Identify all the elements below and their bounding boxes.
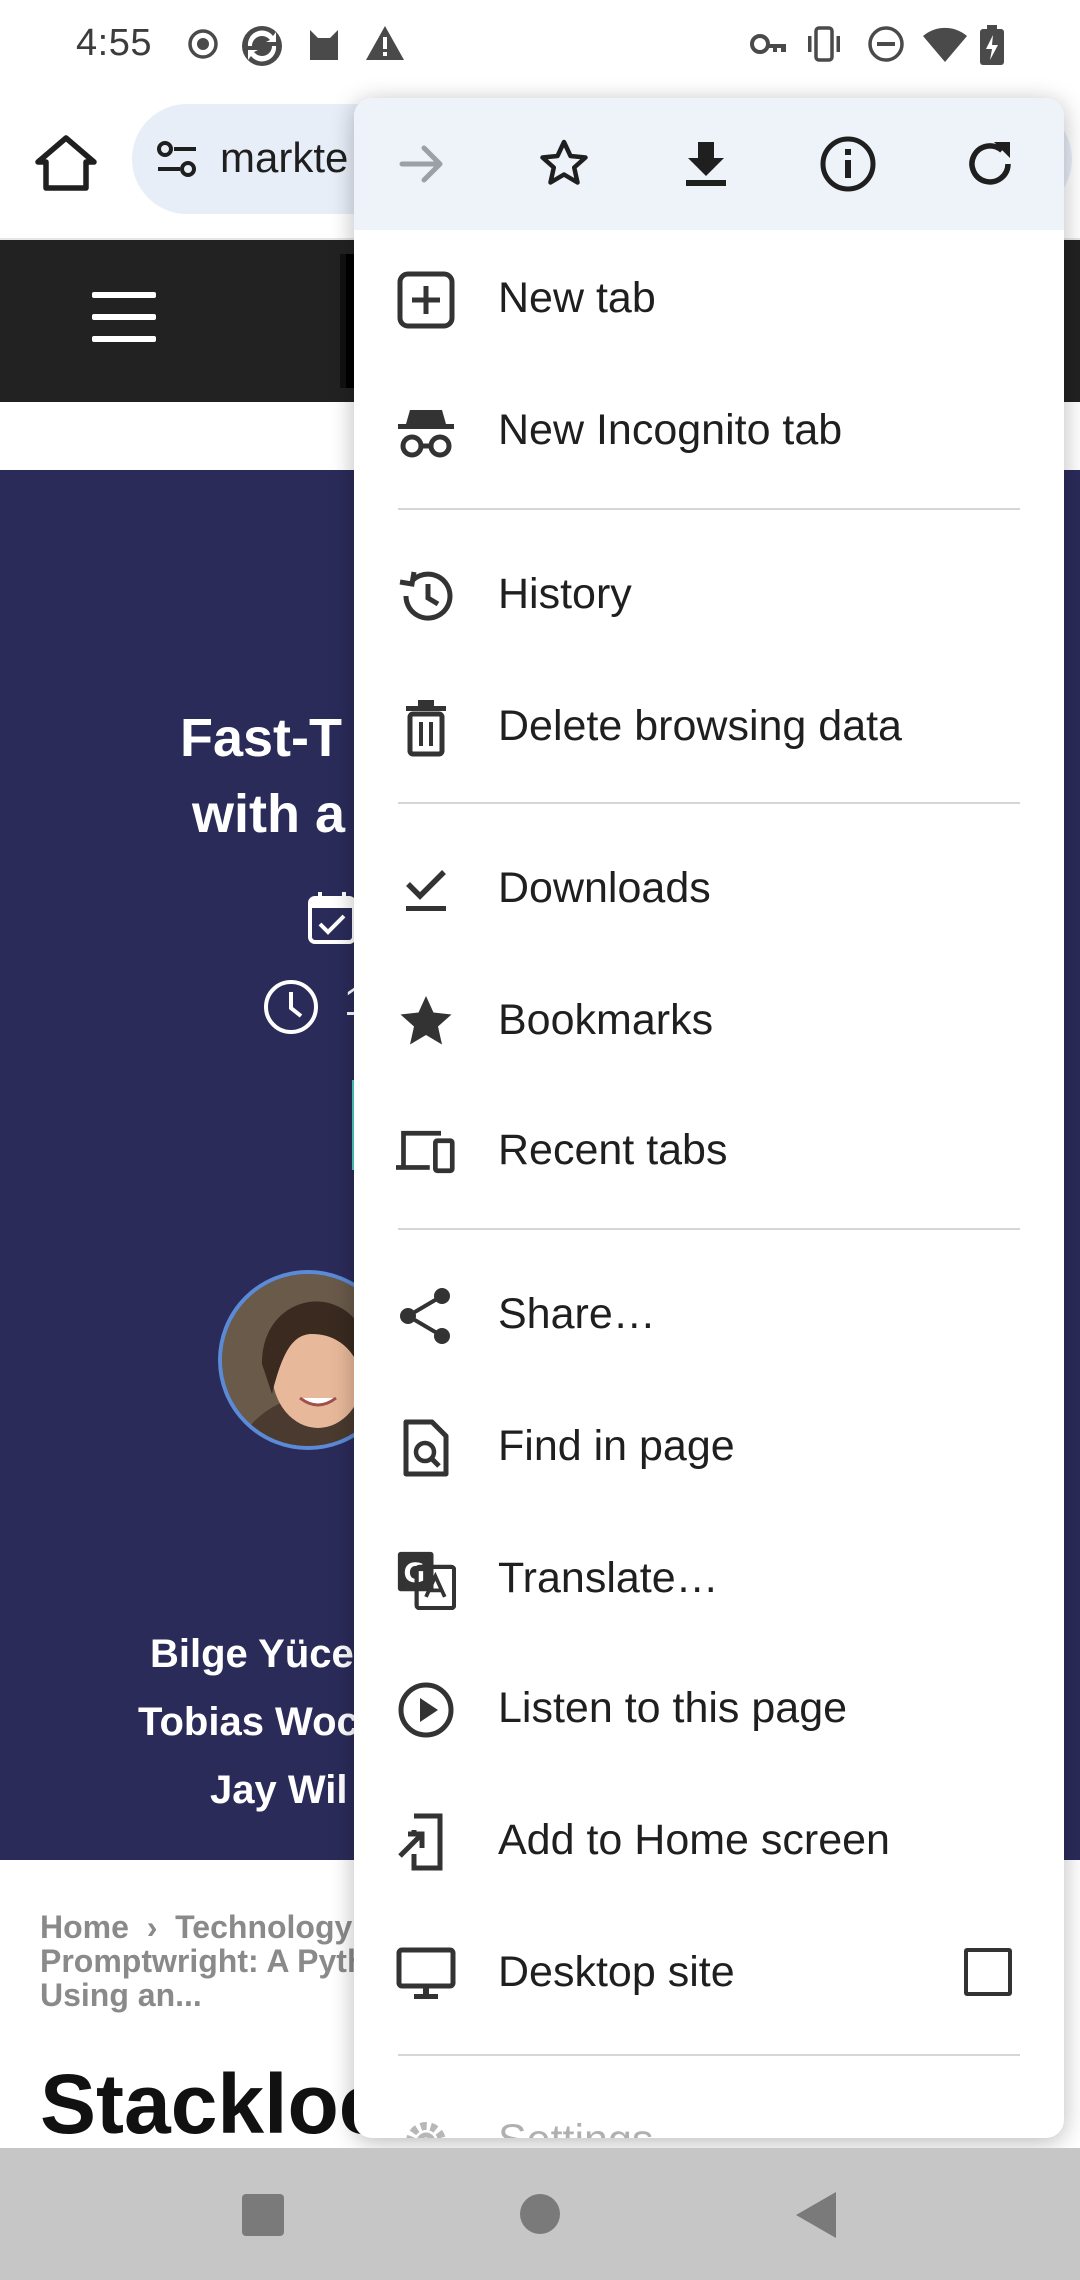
forward-button[interactable]: [390, 132, 454, 196]
menu-item-find-in-page[interactable]: Find in page: [354, 1386, 1064, 1506]
menu-item-delete-browsing-data[interactable]: Delete browsing data: [354, 666, 1064, 786]
trash-icon: [406, 700, 446, 757]
do-not-disturb-icon: [868, 26, 904, 62]
download-button[interactable]: [674, 132, 738, 196]
menu-item-label: Share…: [498, 1290, 656, 1338]
menu-item-new-incognito-tab[interactable]: New Incognito tab: [354, 370, 1064, 490]
translate-icon: G: [397, 1551, 456, 1610]
menu-item-label: Downloads: [498, 864, 711, 912]
author-name: Tobias Woc: [138, 1700, 359, 1744]
status-time: 4:55: [76, 22, 152, 64]
menu-divider: [398, 802, 1020, 804]
new-tab-icon: [397, 271, 455, 329]
menu-item-label: Translate…: [498, 1554, 719, 1602]
hamburger-menu-icon[interactable]: [92, 292, 156, 342]
refresh-button[interactable]: [958, 132, 1022, 196]
menu-item-bookmarks[interactable]: Bookmarks: [354, 960, 1064, 1080]
vibrate-icon: [808, 26, 840, 62]
menu-divider: [398, 508, 1020, 510]
page-info-button[interactable]: [816, 132, 880, 196]
devices-icon: [396, 1130, 455, 1174]
downloads-check-icon: [406, 870, 446, 911]
author-name: Bilge Yücel: [150, 1632, 365, 1676]
add-to-home-icon: [398, 1813, 443, 1871]
breadcrumb-separator: ›: [146, 1909, 158, 1945]
menu-item-label: Find in page: [498, 1422, 735, 1470]
system-nav-bar: [0, 2148, 1080, 2280]
hero-title-line-2: with a: [192, 784, 346, 844]
breadcrumb-article-line-1: Promptwright: A Pyth: [40, 1943, 367, 1979]
history-icon: [399, 571, 453, 621]
warning-icon: [366, 26, 404, 60]
menu-item-label: Settings: [498, 2116, 653, 2138]
refresh-icon: [969, 142, 1011, 185]
hero-title: Fast-T with a: [180, 700, 345, 852]
menu-divider: [398, 1228, 1020, 1230]
menu-item-label: New tab: [498, 274, 656, 322]
breadcrumb-home[interactable]: Home: [40, 1909, 129, 1945]
author-name: Jay Wil: [210, 1768, 348, 1812]
desktop-icon: [396, 1947, 456, 1999]
back-triangle-icon[interactable]: [794, 2190, 838, 2240]
menu-divider: [398, 2054, 1020, 2056]
menu-item-label: Listen to this page: [498, 1684, 848, 1732]
bookmark-button[interactable]: [532, 132, 596, 196]
page-info-icon: [820, 136, 876, 192]
menu-item-history[interactable]: History: [354, 534, 1064, 654]
url-text[interactable]: markte: [220, 134, 348, 182]
menu-item-add-to-home-screen[interactable]: Add to Home screen: [354, 1780, 1064, 1900]
share-icon: [400, 1288, 450, 1344]
desktop-site-checkbox[interactable]: [964, 1948, 1012, 1996]
recents-square-icon[interactable]: [240, 2192, 286, 2238]
clock-icon: [264, 980, 318, 1034]
download-icon: [686, 142, 726, 186]
menu-item-desktop-site[interactable]: Desktop site: [354, 1912, 1064, 2032]
menu-item-new-tab[interactable]: New tab: [354, 238, 1064, 358]
menu-item-label: Delete browsing data: [498, 702, 902, 750]
menu-item-translate[interactable]: G Translate…: [354, 1518, 1064, 1638]
menu-item-share[interactable]: Share…: [354, 1254, 1064, 1374]
settings-icon: [406, 2122, 446, 2138]
breadcrumb-article-line-2: Using an...: [40, 1977, 202, 2013]
menu-item-label: Recent tabs: [498, 1126, 728, 1174]
record-icon: [188, 29, 218, 59]
menu-item-listen-to-this-page[interactable]: Listen to this page: [354, 1648, 1064, 1768]
forward-icon: [399, 145, 443, 183]
overflow-menu: New tab New Incognito tab History Delete…: [354, 98, 1064, 2138]
menu-item-settings[interactable]: Settings: [354, 2080, 1064, 2138]
vpn-key-icon: [750, 34, 786, 54]
menu-item-downloads[interactable]: Downloads: [354, 828, 1064, 948]
play-circle-icon: [398, 1682, 454, 1738]
menu-item-recent-tabs[interactable]: Recent tabs: [354, 1090, 1064, 1210]
menu-item-label: Bookmarks: [498, 996, 714, 1044]
menu-item-label: Add to Home screen: [498, 1816, 890, 1864]
menu-item-label: Desktop site: [498, 1948, 735, 1996]
breadcrumb-category[interactable]: Technology: [175, 1909, 352, 1945]
bookmark-star-icon: [540, 139, 588, 185]
cat-app-icon: [310, 30, 338, 60]
menu-item-label: History: [498, 570, 632, 618]
status-bar: 4:55: [0, 0, 1080, 90]
hero-title-line-1: Fast-T: [180, 708, 342, 768]
author-list: Bilge Yücel Tobias Woc Jay Wil: [138, 1620, 365, 1824]
battery-charging-icon: [980, 25, 1004, 65]
star-icon: [400, 996, 452, 1045]
screen: 4:55 markte Fast-T with a 1: [0, 0, 1080, 2280]
home-circle-icon[interactable]: [518, 2192, 562, 2236]
menu-action-bar: [354, 98, 1064, 230]
find-in-page-icon: [403, 1419, 449, 1477]
tune-icon[interactable]: [154, 136, 200, 182]
article-title: Stackloc: [40, 2057, 386, 2151]
incognito-icon: [398, 410, 454, 458]
home-icon[interactable]: [30, 128, 102, 200]
menu-item-label: New Incognito tab: [498, 406, 843, 454]
sync-app-icon: [242, 26, 282, 66]
svg-text:G: G: [404, 1559, 426, 1589]
breadcrumb: Home › Technology Promptwright: A Pyth U…: [40, 1910, 380, 2012]
wifi-icon: [923, 27, 967, 62]
calendar-icon: [308, 892, 356, 944]
